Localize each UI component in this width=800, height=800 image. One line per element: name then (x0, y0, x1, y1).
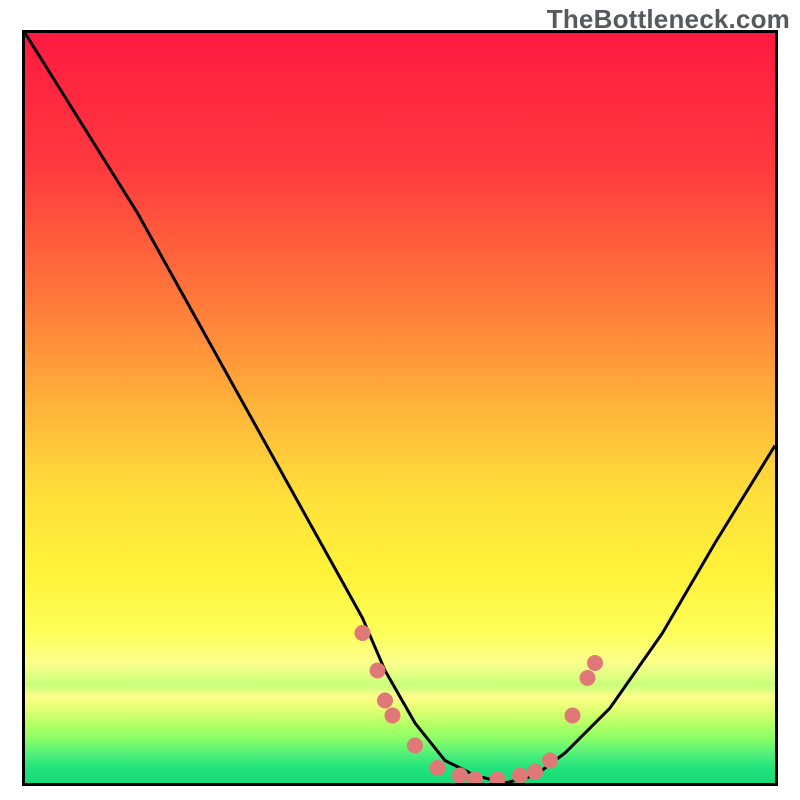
chart-frame: TheBottleneck.com (0, 0, 800, 800)
data-point-marker (370, 663, 386, 679)
plot-area (22, 30, 778, 786)
data-point-marker (385, 708, 401, 724)
data-point-marker (490, 771, 506, 783)
data-point-marker (355, 625, 371, 641)
data-point-marker (587, 655, 603, 671)
bottleneck-curve (25, 33, 775, 783)
data-point-marker (430, 760, 446, 776)
data-point-marker (512, 768, 528, 784)
curve-line (25, 33, 775, 783)
curve-markers (355, 625, 604, 783)
data-point-marker (452, 768, 468, 784)
data-point-marker (377, 693, 393, 709)
data-point-marker (542, 753, 558, 769)
data-point-marker (565, 708, 581, 724)
data-point-marker (527, 764, 543, 780)
data-point-marker (580, 670, 596, 686)
data-point-marker (407, 738, 423, 754)
